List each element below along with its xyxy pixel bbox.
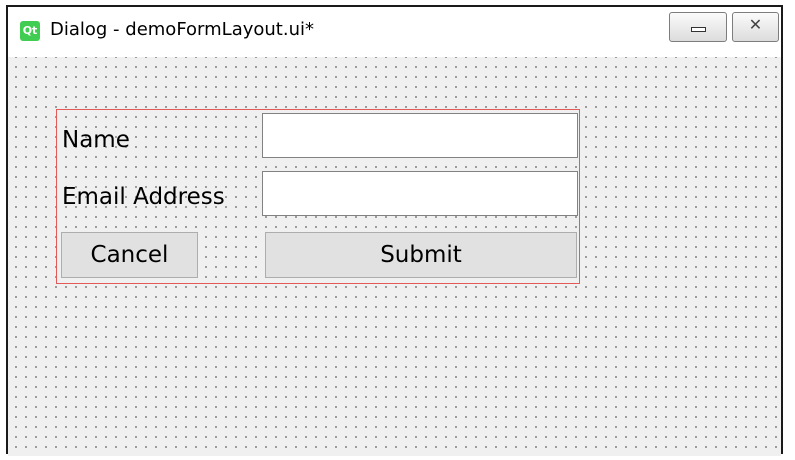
email-address-label: Email Address xyxy=(62,184,225,210)
minimize-icon xyxy=(691,27,706,32)
close-button[interactable]: ✕ xyxy=(732,12,779,42)
qt-logo-icon: Qt xyxy=(20,21,40,41)
email-field[interactable] xyxy=(262,171,578,216)
close-icon: ✕ xyxy=(748,15,763,34)
name-field[interactable] xyxy=(262,113,578,158)
submit-button[interactable]: Submit xyxy=(265,232,577,278)
title-bar[interactable]: Qt Dialog - demoFormLayout.ui* ✕ xyxy=(8,7,781,57)
name-label: Name xyxy=(62,127,130,153)
designer-canvas[interactable]: Name Email Address Cancel Submit xyxy=(8,57,781,456)
minimize-button[interactable] xyxy=(669,12,727,42)
cancel-button[interactable]: Cancel xyxy=(61,232,198,278)
form-layout[interactable]: Name Email Address Cancel Submit xyxy=(56,109,580,284)
dialog-window: Qt Dialog - demoFormLayout.ui* ✕ Name Em… xyxy=(6,5,783,456)
window-title: Dialog - demoFormLayout.ui* xyxy=(50,19,314,40)
